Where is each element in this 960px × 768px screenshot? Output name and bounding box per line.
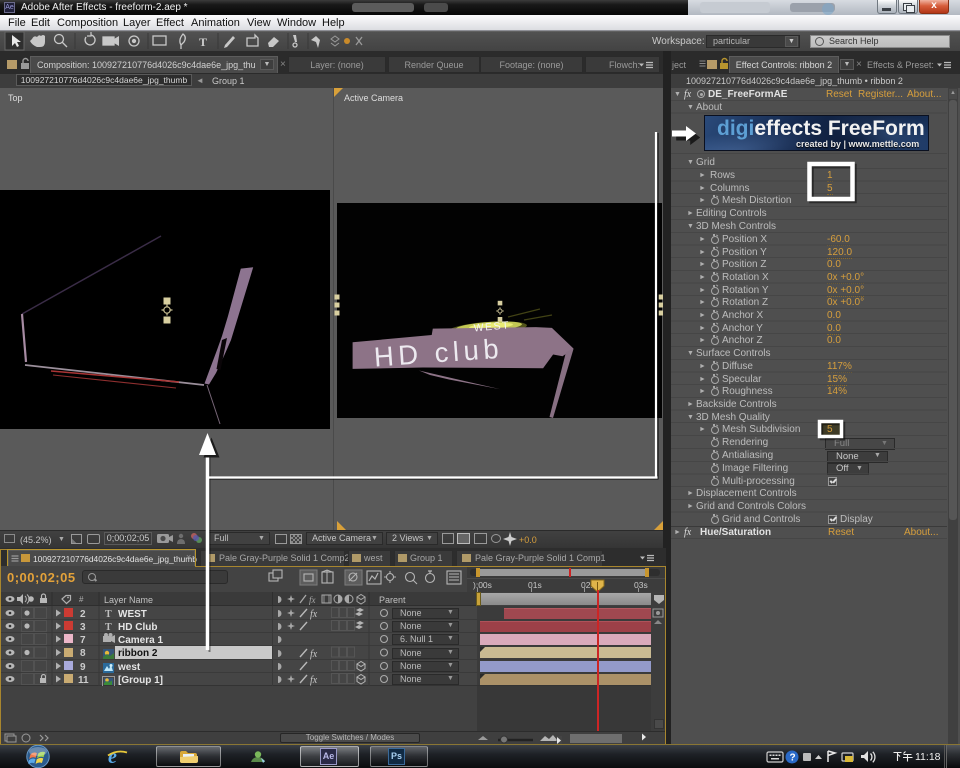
svg-text:fx: fx	[310, 609, 318, 620]
svg-text:fx: fx	[309, 595, 316, 605]
svg-text:e: e	[108, 746, 117, 768]
svg-text:T: T	[105, 609, 112, 620]
svg-text:T: T	[199, 35, 207, 49]
svg-text:?: ?	[790, 753, 796, 764]
svg-text:T: T	[105, 622, 112, 633]
svg-text:fx: fx	[310, 649, 318, 660]
svg-text:fx: fx	[310, 675, 318, 686]
